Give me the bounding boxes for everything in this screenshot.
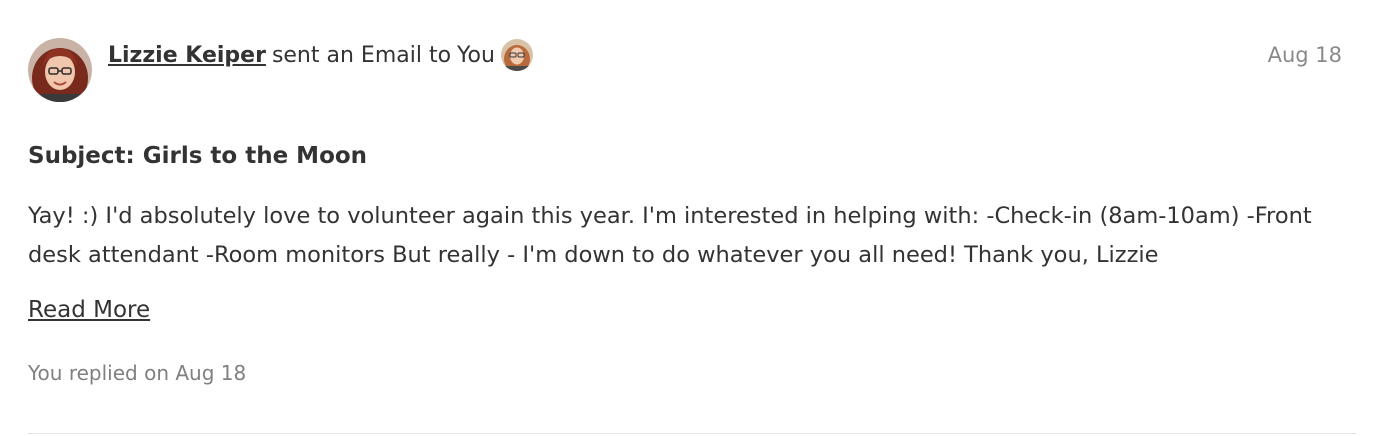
email-subject: Subject: Girls to the Moon — [28, 143, 368, 169]
sender-name-link[interactable]: Lizzie Keiper — [108, 43, 266, 68]
reply-status: You replied on Aug 18 — [28, 361, 247, 385]
recipient-avatar — [500, 39, 533, 71]
recipient-name: You — [457, 42, 495, 68]
divider — [28, 433, 1356, 434]
activity-date: Aug 18 — [1267, 43, 1342, 67]
activity-action-text: sent an Email to — [271, 42, 452, 68]
activity-card: Lizzie Keiper sent an Email to You Aug 1… — [0, 0, 1384, 436]
email-body: Yay! :) I'd absolutely love to volunteer… — [28, 203, 1312, 268]
read-more-link[interactable]: Read More — [28, 297, 150, 323]
activity-header: Lizzie Keiper sent an Email to You — [108, 39, 533, 71]
sender-avatar[interactable] — [28, 38, 92, 102]
